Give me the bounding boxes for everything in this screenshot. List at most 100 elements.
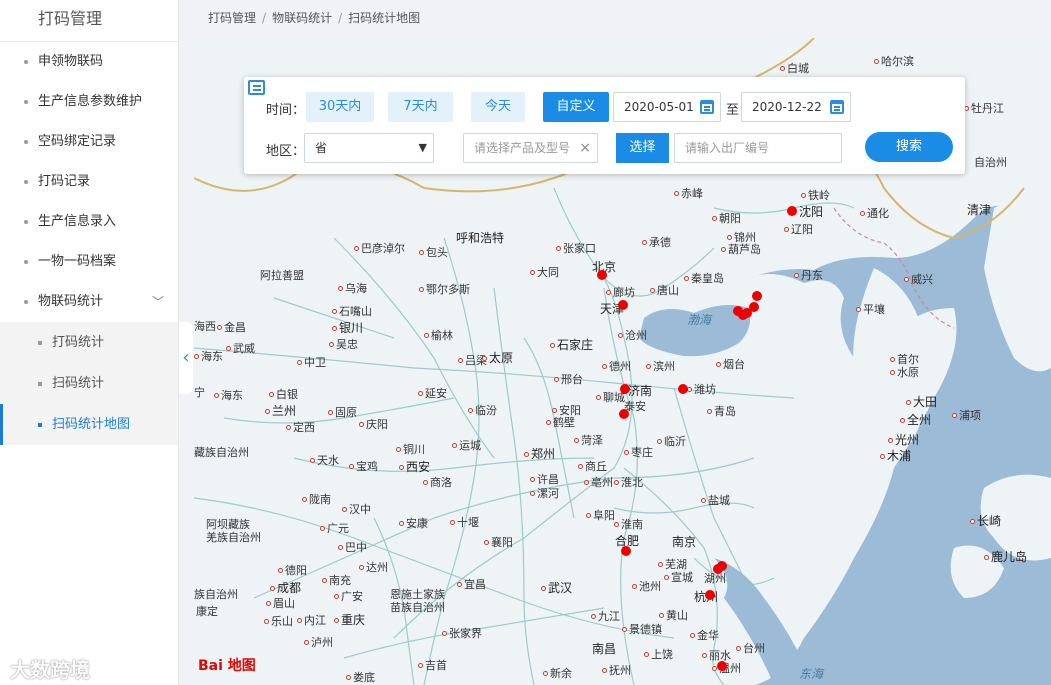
scan-marker[interactable]: [787, 206, 797, 216]
end-date-input[interactable]: 2020-12-22: [741, 92, 851, 122]
city-label: 延安: [418, 385, 447, 401]
breadcrumb-item[interactable]: 打码管理: [208, 11, 256, 25]
scan-marker[interactable]: [749, 302, 759, 312]
range-today-button[interactable]: 今天: [471, 92, 525, 122]
city-label: 廊坊: [606, 284, 635, 300]
region-select[interactable]: 省 ▼: [304, 133, 434, 163]
city-label: 银川: [332, 319, 363, 336]
menu-item-apply-code[interactable]: 申领物联码: [0, 42, 178, 82]
city-label: 南京: [672, 535, 697, 549]
city-label: 宁: [194, 386, 205, 399]
city-label: 大同: [530, 264, 559, 280]
city-label: 娄底: [346, 669, 375, 685]
city-label: 赤峰: [674, 185, 703, 201]
city-label: 全州: [900, 411, 931, 428]
city-label: 阿拉善盟: [260, 269, 304, 282]
city-label: 郑州: [524, 445, 555, 462]
city-label: 丹东: [794, 267, 823, 283]
city-label: 泸州: [304, 634, 333, 650]
city-label: 葫芦岛: [721, 241, 761, 257]
city-label: 定西: [286, 419, 315, 435]
sub-item-label: 扫码统计地图: [52, 417, 131, 432]
sub-item-scan-stats[interactable]: 扫码统计: [0, 363, 178, 404]
calendar-icon[interactable]: [700, 100, 714, 114]
city-label: 邢台: [554, 371, 583, 387]
submenu-statistics: 打码统计 扫码统计 扫码统计地图: [0, 322, 178, 445]
scan-marker[interactable]: [618, 300, 628, 310]
city-label: 庆阳: [359, 416, 388, 432]
filter-toggle-icon[interactable]: [248, 80, 265, 95]
city-label: 朝阳: [712, 210, 741, 226]
scan-marker[interactable]: [620, 384, 630, 394]
scan-marker[interactable]: [713, 564, 723, 574]
city-label: 淮北: [614, 474, 643, 490]
city-label: 木浦: [880, 447, 911, 464]
city-label: 张家口: [556, 240, 596, 256]
menu-item-print-records[interactable]: 打码记录: [0, 162, 178, 202]
menu-item-empty-code-binding[interactable]: 空码绑定记录: [0, 122, 178, 162]
start-date-input[interactable]: 2020-05-01: [613, 92, 721, 122]
factory-number-input[interactable]: 请输入出厂编号: [674, 133, 842, 163]
scan-marker[interactable]: [705, 590, 715, 600]
city-label: 武威: [226, 340, 255, 356]
region-label: 地区：: [266, 144, 306, 159]
bullet-icon: [24, 100, 28, 104]
city-label: 天水: [310, 452, 339, 468]
city-label: 宣城: [664, 569, 693, 585]
bullet-icon: [38, 382, 42, 386]
city-label: 巴彦淖尔: [354, 240, 405, 256]
breadcrumb-item[interactable]: 物联码统计: [272, 11, 332, 25]
city-label: 宝鸡: [349, 458, 378, 474]
city-label: 包头: [419, 244, 448, 260]
end-date-value: 2020-12-22: [752, 100, 822, 114]
city-label: 康定: [196, 605, 218, 618]
clear-icon[interactable]: ×: [579, 134, 591, 162]
menu-item-label: 打码记录: [38, 174, 91, 189]
calendar-icon[interactable]: [830, 100, 844, 114]
sub-item-label: 扫码统计: [52, 376, 105, 391]
scan-marker[interactable]: [752, 291, 762, 301]
city-label: 海西: [194, 320, 216, 333]
city-label: 滨州: [646, 358, 675, 374]
scan-marker[interactable]: [597, 270, 607, 280]
city-label: 光州: [888, 431, 919, 448]
menu-item-production-entry[interactable]: 生产信息录入: [0, 202, 178, 242]
city-label: 兰州: [265, 402, 296, 419]
menu-item-label: 一物一码档案: [38, 254, 117, 269]
scan-marker[interactable]: [678, 384, 688, 394]
city-label: 潍坊: [687, 381, 716, 397]
city-label: 金昌: [217, 319, 246, 335]
city-label: 自治州: [974, 156, 1007, 169]
chevron-left-icon[interactable]: ‹: [179, 322, 193, 394]
city-label: 西安: [399, 458, 430, 475]
bullet-icon: [24, 220, 28, 224]
search-button[interactable]: 搜索: [865, 132, 953, 162]
city-label: 宜昌: [457, 576, 486, 592]
product-model-input[interactable]: 请选择产品及型号 ×: [463, 133, 598, 163]
bullet-icon: [24, 300, 28, 304]
scan-marker[interactable]: [619, 409, 629, 419]
sub-item-print-stats[interactable]: 打码统计: [0, 322, 178, 363]
range-custom-button[interactable]: 自定义: [543, 92, 609, 122]
scan-marker[interactable]: [738, 310, 748, 320]
menu-item-code-archive[interactable]: 一物一码档案: [0, 242, 178, 282]
city-label: 池州: [632, 578, 661, 594]
bullet-icon: [38, 423, 42, 427]
watermark: 大数跨境: [10, 658, 90, 682]
city-label: 威兴: [904, 271, 933, 287]
city-label: 上饶: [644, 646, 673, 662]
range-30-days-button[interactable]: 30天内: [306, 92, 374, 122]
scan-marker[interactable]: [717, 661, 727, 671]
sub-item-scan-map[interactable]: 扫码统计地图: [0, 404, 178, 445]
range-7-days-button[interactable]: 7天内: [388, 92, 453, 122]
menu-item-production-params[interactable]: 生产信息参数维护: [0, 82, 178, 122]
city-label: 水原: [890, 364, 919, 380]
city-label: 内江: [297, 612, 326, 628]
select-button[interactable]: 选择: [616, 133, 669, 163]
menu-item-code-statistics[interactable]: 物联码统计 ﹀: [0, 282, 178, 322]
city-label: 襄阳: [484, 534, 513, 550]
to-label: 至: [726, 103, 740, 118]
city-label: 呼和浩特: [456, 231, 505, 245]
city-label: 辽阳: [784, 221, 813, 237]
scan-marker[interactable]: [621, 546, 631, 556]
